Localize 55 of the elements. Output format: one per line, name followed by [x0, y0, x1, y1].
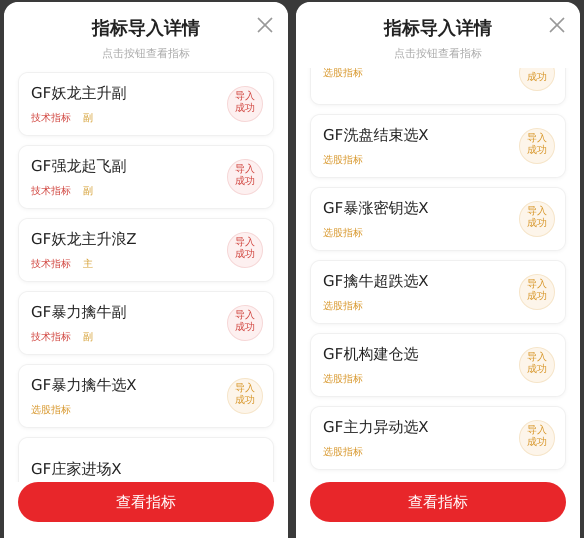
status-badge: 导入 成功 — [519, 274, 555, 310]
status-badge: 导入 成功 — [227, 86, 263, 122]
type-tag: 技术指标 — [31, 184, 71, 198]
position-tag: 副 — [83, 184, 93, 198]
dialog-title: 指标导入详情 — [92, 17, 200, 40]
type-tag: 技术指标 — [31, 330, 71, 344]
type-tag: 选股指标 — [323, 444, 363, 458]
view-indicators-button[interactable]: 查看指标 — [310, 482, 566, 522]
indicator-name: GF洗盘结束选X — [323, 126, 429, 144]
position-tag: 副 — [83, 330, 93, 344]
indicator-name: GF暴力擒牛副 — [31, 302, 126, 322]
dialog-subtitle: 点击按钮查看指标 — [102, 46, 190, 61]
status-badge: 导入 成功 — [519, 201, 555, 237]
indicator-card[interactable]: GF强龙起飞副 技术指标 副 导入 成功 — [18, 145, 274, 209]
indicator-card[interactable]: GF洗盘结束选X 选股指标 导入 成功 — [310, 114, 566, 178]
position-tag: 副 — [83, 110, 93, 124]
indicator-name: GF机构建仓选 — [323, 344, 418, 364]
indicator-name: GF妖龙主升浪Z — [31, 230, 137, 248]
indicator-card[interactable]: GF暴力擒牛选X 选股指标 导入 成功 — [18, 364, 274, 428]
indicator-card[interactable]: GF暴涨密钥选X 选股指标 导入 成功 — [310, 187, 566, 251]
indicator-card[interactable]: GF妖龙主升副 技术指标 副 导入 成功 — [18, 72, 274, 136]
indicator-name: GF擒牛超跌选X — [323, 272, 429, 290]
indicator-card[interactable]: GF主力异动选X 选股指标 导入 成功 — [310, 406, 566, 470]
indicator-name: GF庄家进场X — [31, 460, 122, 478]
indicator-card[interactable]: GF擒牛超跌选X 选股指标 导入 成功 — [310, 260, 566, 324]
indicator-name: GF暴涨密钥选X — [323, 198, 429, 218]
status-badge: 导入 成功 — [519, 347, 555, 383]
indicator-card[interactable]: GF暴力擒牛副 技术指标 副 导入 成功 — [18, 291, 274, 355]
type-tag: 选股指标 — [31, 402, 71, 416]
position-tag: 主 — [83, 256, 93, 270]
status-badge: 导入 成功 — [227, 232, 263, 268]
status-badge: 导入 成功 — [519, 420, 555, 456]
view-indicators-button[interactable]: 查看指标 — [18, 482, 274, 522]
indicator-card[interactable]: GF妖龙主升浪Z 技术指标 主 导入 成功 — [18, 218, 274, 282]
type-tag: 技术指标 — [31, 256, 71, 270]
type-tag: 选股指标 — [323, 152, 363, 166]
status-badge: 导入 成功 — [227, 159, 263, 195]
indicator-name: GF妖龙主升副 — [31, 84, 126, 102]
type-tag: 选股指标 — [323, 68, 363, 80]
type-tag: 选股指标 — [323, 298, 363, 312]
type-tag: 技术指标 — [31, 110, 71, 124]
status-badge: 导入 成功 — [227, 305, 263, 341]
status-badge: 成功 — [519, 68, 555, 91]
indicator-card[interactable]: GF机构建仓选 选股指标 导入 成功 — [310, 333, 566, 397]
close-icon[interactable] — [256, 16, 274, 34]
indicator-name: GF主力异动选X — [323, 418, 429, 436]
status-badge: 导入 成功 — [519, 128, 555, 164]
indicator-name: GF强龙起飞副 — [31, 156, 126, 176]
dialog-title: 指标导入详情 — [384, 17, 492, 40]
type-tag: 选股指标 — [323, 226, 363, 240]
status-badge: 导入 成功 — [227, 378, 263, 414]
indicator-name: GF暴力擒牛选X — [31, 376, 137, 394]
type-tag: 选股指标 — [323, 372, 363, 386]
close-icon[interactable] — [548, 16, 566, 34]
dialog-subtitle: 点击按钮查看指标 — [394, 46, 482, 61]
